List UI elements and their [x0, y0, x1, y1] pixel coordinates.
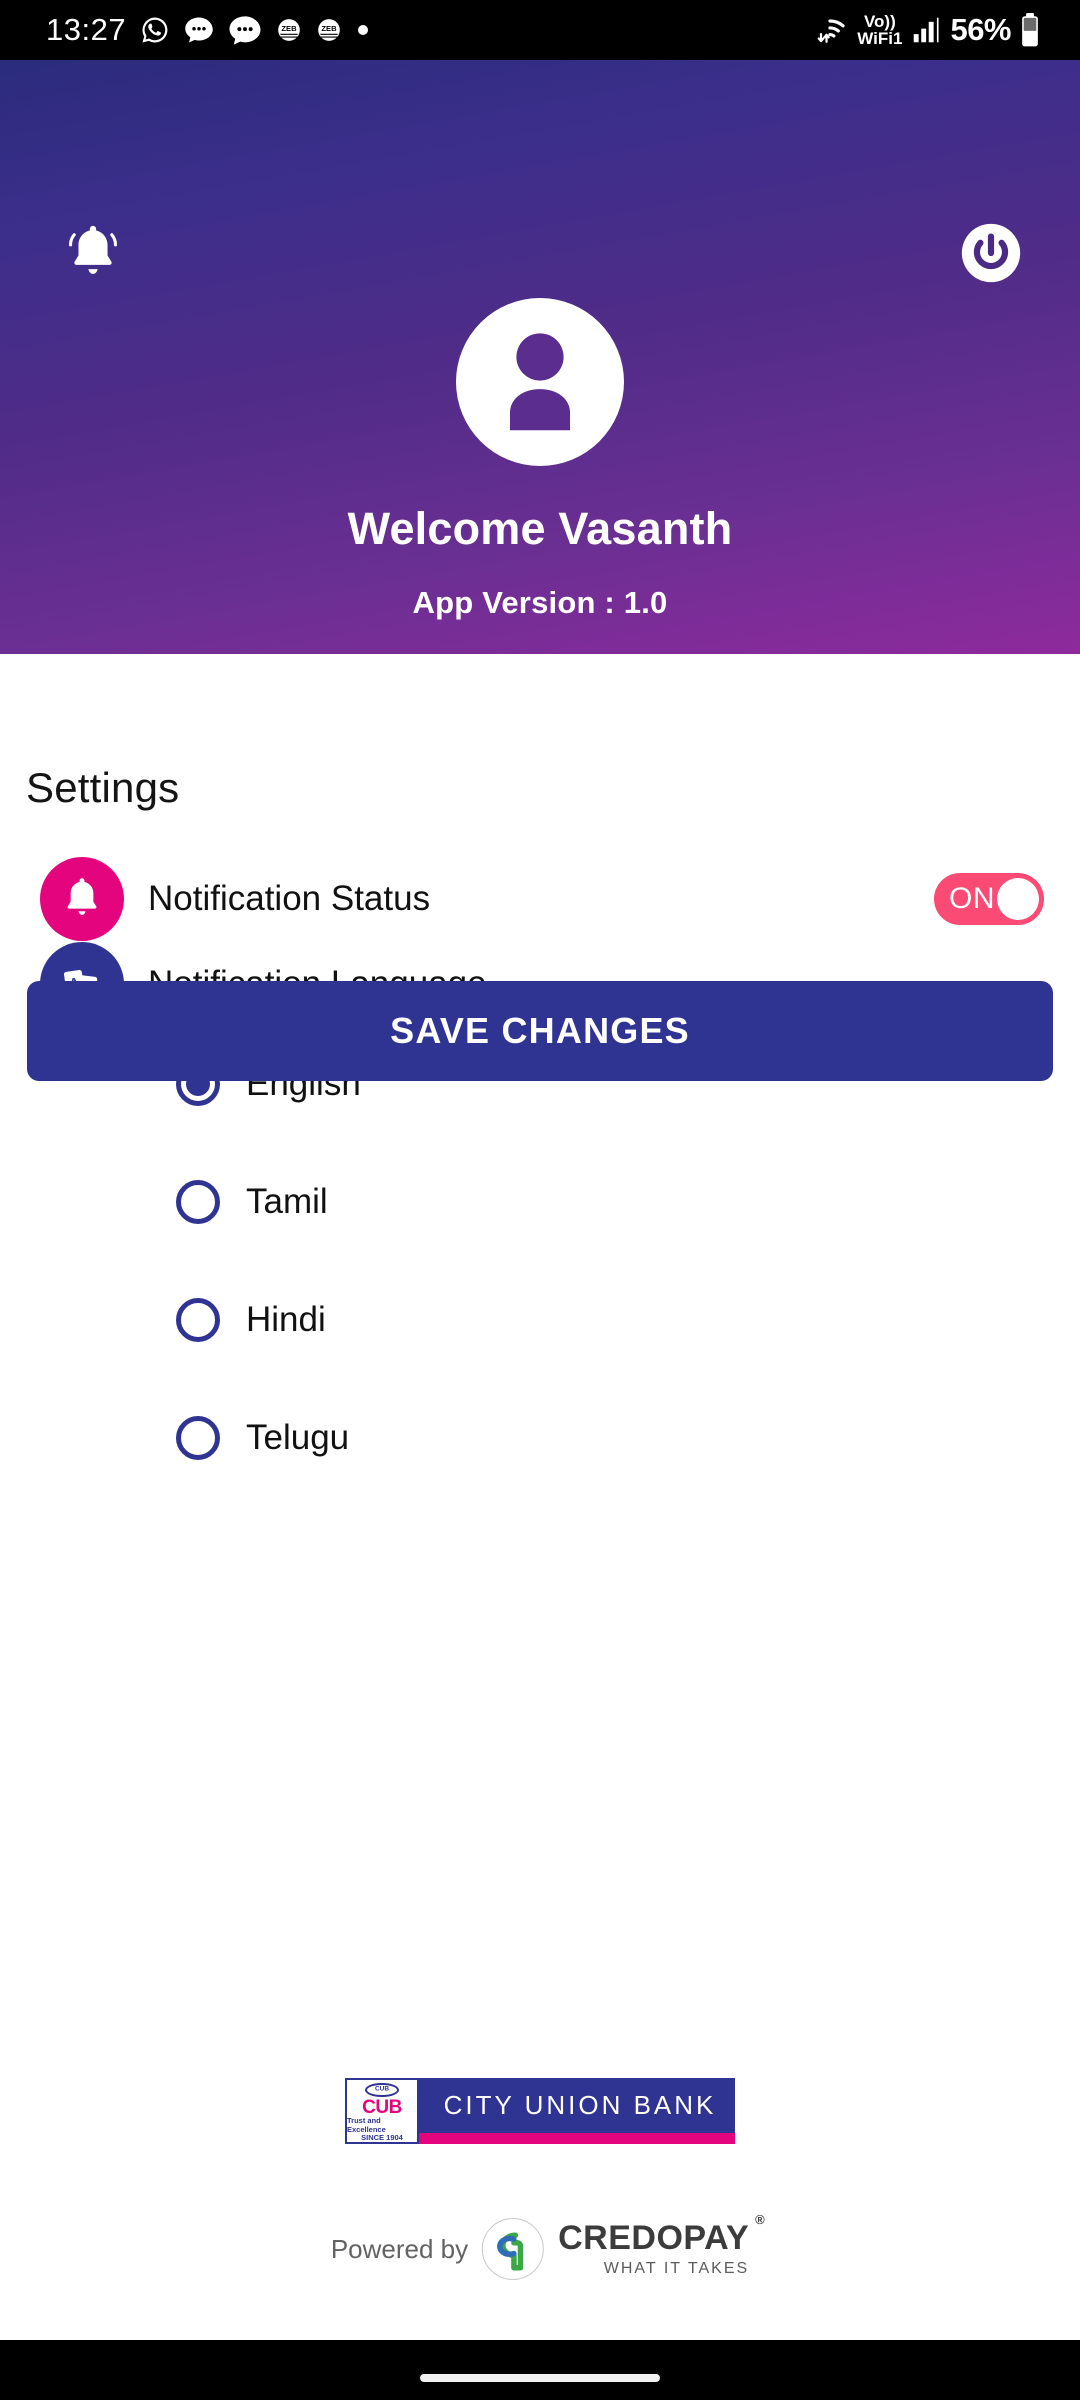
cub-logo-mark: CUB CUB Trust and Excellence SINCE 1904 — [345, 2078, 419, 2144]
cub-brand-text: CUB — [362, 2097, 402, 2119]
cub-tagline: Trust and Excellence — [347, 2116, 386, 2134]
language-radio-group: English Tamil Hindi Telugu — [176, 1054, 361, 1467]
bank-band-accent — [419, 2133, 735, 2144]
radio-label: Tamil — [246, 1181, 328, 1221]
bell-icon — [40, 857, 124, 941]
app-version-label: App Version : 1.0 — [412, 585, 668, 620]
cub-since-label: SINCE 1904 — [361, 2132, 403, 2142]
credopay-name-text: CREDOPAY — [558, 2219, 750, 2257]
radio-option-tamil[interactable]: Tamil — [176, 1172, 361, 1231]
svg-text:ZEB: ZEB — [321, 24, 337, 33]
notification-status-toggle[interactable]: ON — [934, 873, 1044, 925]
signal-bars-icon — [911, 15, 941, 45]
dot-icon — [356, 23, 370, 37]
phone-screen: 13:27 ZEB ZEB Vo)) WiFi1 56% Welcome Vas… — [0, 0, 1080, 2400]
zeb-app-icon: ZEB — [316, 17, 342, 43]
svg-text:ZEB: ZEB — [281, 24, 297, 33]
credopay-tagline: WHAT IT TAKES — [603, 2260, 750, 2277]
radio-option-hindi[interactable]: Hindi — [176, 1290, 361, 1349]
credopay-logo-icon — [482, 2218, 545, 2280]
registered-mark: ® — [755, 2212, 766, 2227]
radio-label: Telugu — [246, 1417, 350, 1457]
notification-status-label: Notification Status — [148, 879, 431, 918]
powered-by-label: Powered by — [330, 2233, 469, 2264]
page-title: Settings — [26, 764, 180, 811]
city-union-bank-logo: CUB CUB Trust and Excellence SINCE 1904 … — [345, 2078, 735, 2144]
radio-indicator — [176, 1415, 220, 1460]
powered-by-credopay: Powered by CREDOPAY ® WHAT IT TAKES — [330, 2213, 765, 2280]
radio-label: Hindi — [246, 1299, 326, 1339]
credopay-wordmark: CREDOPAY ® WHAT IT TAKES — [558, 2213, 765, 2277]
radio-option-telugu[interactable]: Telugu — [176, 1408, 361, 1467]
volte-wifi1-icon: Vo)) WiFi1 — [857, 12, 903, 48]
toggle-knob — [997, 878, 1039, 920]
whatsapp-icon — [140, 15, 170, 45]
status-bar-right: Vo)) WiFi1 56% — [812, 12, 1080, 48]
welcome-title: Welcome Vasanth — [347, 503, 733, 554]
zeb-app-icon: ZEB — [276, 17, 302, 43]
profile-header: Welcome Vasanth App Version : 1.0 — [0, 60, 1080, 654]
save-changes-button[interactable]: SAVE CHANGES — [27, 981, 1053, 1081]
battery-icon — [1020, 13, 1040, 47]
home-gesture-pill[interactable] — [420, 2374, 660, 2382]
system-navigation-bar — [0, 2340, 1080, 2400]
toggle-state-label: ON — [949, 882, 995, 915]
battery-percent-label: 56% — [950, 12, 1011, 47]
message-bubble-icon — [228, 15, 262, 46]
svg-text:CUB: CUB — [375, 2086, 389, 2093]
credopay-name: CREDOPAY ® — [558, 2213, 765, 2257]
message-bubble-icon — [184, 16, 214, 44]
user-avatar-icon — [456, 298, 624, 466]
status-bar: 13:27 ZEB ZEB Vo)) WiFi1 56% — [0, 0, 1080, 60]
bank-name-label: CITY UNION BANK — [419, 2078, 735, 2133]
wifi-icon — [812, 13, 848, 47]
status-bar-left: 13:27 ZEB ZEB — [0, 12, 370, 48]
power-icon[interactable] — [960, 222, 1022, 289]
status-bar-clock: 13:27 — [46, 12, 127, 47]
radio-indicator — [176, 1297, 220, 1342]
radio-indicator — [176, 1179, 220, 1224]
cub-emblem-icon: CUB — [365, 2083, 399, 2098]
notification-status-row: Notification Status ON — [40, 857, 1044, 941]
bank-name-band: CITY UNION BANK — [419, 2078, 735, 2144]
bell-icon[interactable] — [62, 220, 124, 291]
